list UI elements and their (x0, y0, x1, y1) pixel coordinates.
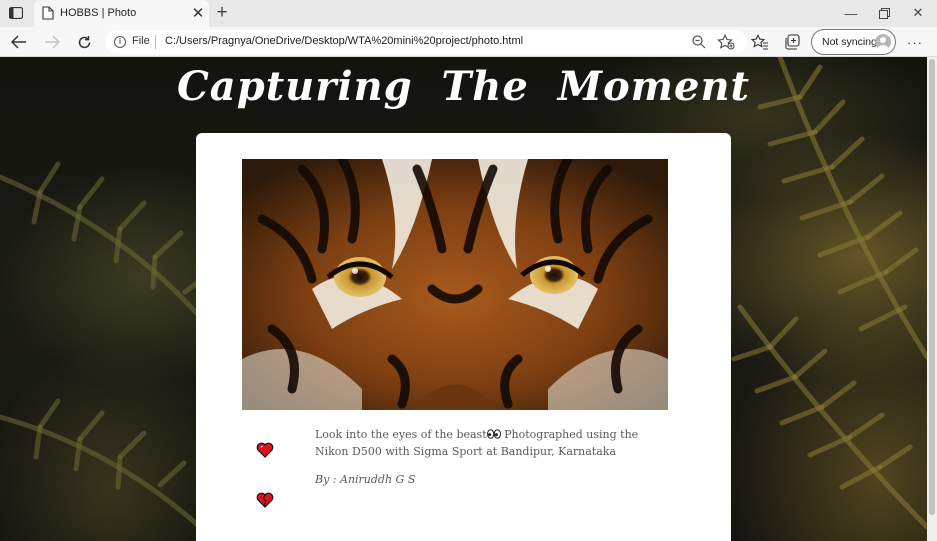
page-scrollbar[interactable] (927, 57, 937, 541)
info-icon[interactable]: i (114, 36, 126, 48)
page-viewport: Capturing The Moment Look into the eyes … (0, 57, 927, 541)
caption-text: Look into the eyes of the beast (315, 428, 487, 441)
photo-caption: Look into the eyes of the beast Photogra… (315, 426, 645, 460)
address-toolbar: i File C:/Users/Pragnya/OneDrive/Desktop… (0, 27, 937, 57)
heart-icon[interactable] (256, 441, 274, 459)
window-menu-icon[interactable] (6, 4, 26, 22)
protocol-label: File (132, 35, 150, 47)
window-close-icon[interactable]: ✕ (906, 3, 930, 23)
photo-credit: By : Aniruddh G S (315, 473, 416, 486)
back-icon[interactable] (8, 31, 30, 53)
refresh-icon[interactable] (73, 31, 95, 53)
scrollbar-thumb[interactable] (929, 59, 935, 515)
zoom-out-icon[interactable] (691, 34, 707, 50)
forward-icon (41, 31, 63, 53)
tab-title: HOBBS | Photo (60, 7, 137, 19)
profile-sync-button[interactable]: Not syncing (811, 29, 896, 55)
tiger-photo (242, 159, 668, 410)
active-tab[interactable]: HOBBS | Photo ✕ (34, 0, 209, 27)
more-icon[interactable]: ··· (904, 31, 926, 53)
address-bar[interactable]: i File C:/Users/Pragnya/OneDrive/Desktop… (105, 30, 747, 54)
favorites-icon[interactable] (749, 31, 771, 53)
broken-heart-icon[interactable] (256, 491, 274, 509)
page-icon (42, 6, 54, 20)
new-tab-icon[interactable]: + (211, 2, 233, 23)
photo-card: Look into the eyes of the beast Photogra… (196, 133, 731, 541)
close-icon[interactable]: ✕ (190, 4, 206, 22)
tab-strip: HOBBS | Photo ✕ + — ✕ (0, 0, 937, 27)
divider (155, 35, 156, 49)
url-text[interactable]: C:/Users/Pragnya/OneDrive/Desktop/WTA%20… (165, 35, 523, 47)
sync-label: Not syncing (822, 36, 877, 48)
add-favorite-icon[interactable] (717, 33, 735, 50)
eyes-emoji-icon (486, 427, 501, 439)
page-title: Capturing The Moment (176, 63, 751, 110)
restore-icon[interactable] (872, 3, 896, 23)
minimize-icon[interactable]: — (839, 3, 863, 23)
avatar-icon (875, 34, 891, 50)
collections-icon[interactable] (781, 31, 803, 53)
